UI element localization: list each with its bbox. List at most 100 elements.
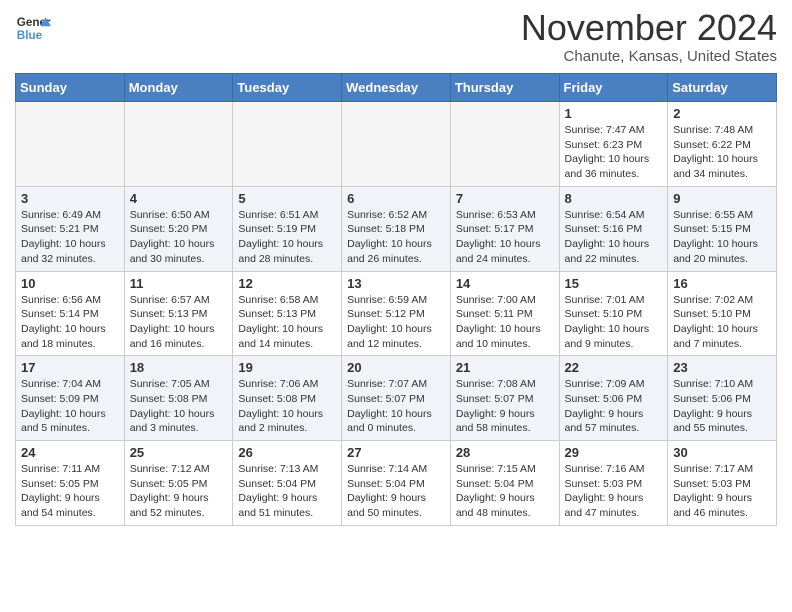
title-block: November 2024 Chanute, Kansas, United St… xyxy=(521,10,777,65)
day-info: Sunrise: 7:47 AMSunset: 6:23 PMDaylight:… xyxy=(565,123,663,182)
day-number: 12 xyxy=(238,276,336,291)
table-row: 12 Sunrise: 6:58 AMSunset: 5:13 PMDayligh… xyxy=(233,271,342,356)
table-row: 27Sunrise: 7:14 AMSunset: 5:04 PMDayligh… xyxy=(342,441,451,526)
header: General Blue November 2024 Chanute, Kans… xyxy=(15,10,777,65)
day-number: 5 xyxy=(238,191,336,206)
table-row: 28 Sunrise: 7:15 AMSunset: 5:04 PMDayligh… xyxy=(450,441,559,526)
month-title: November 2024 xyxy=(521,10,777,46)
day-number: 7 xyxy=(456,191,554,206)
table-row: 18 Sunrise: 7:05 AMSunset: 5:08 PMDayligh… xyxy=(124,356,233,441)
day-info: Sunrise: 7:00 AMSunset: 5:11 PMDaylight:… xyxy=(456,293,554,352)
table-row xyxy=(450,102,559,187)
day-number: 14 xyxy=(456,276,554,291)
day-info: Sunrise: 7:10 AMSunset: 5:06 PMDaylight:… xyxy=(673,377,771,436)
day-number: 16 xyxy=(673,276,771,291)
day-number: 23 xyxy=(673,360,771,375)
day-info: Sunrise: 6:50 AMSunset: 5:20 PMDaylight:… xyxy=(130,208,228,267)
day-number: 6 xyxy=(347,191,445,206)
day-info: Sunrise: 6:59 AMSunset: 5:12 PMDaylight:… xyxy=(347,293,445,352)
day-info: Sunrise: 7:08 AMSunset: 5:07 PMDaylight:… xyxy=(456,377,554,436)
day-info: Sunrise: 7:02 AMSunset: 5:10 PMDaylight:… xyxy=(673,293,771,352)
day-info: Sunrise: 7:07 AMSunset: 5:07 PMDaylight:… xyxy=(347,377,445,436)
day-info: Sunrise: 6:57 AMSunset: 5:13 PMDaylight:… xyxy=(130,293,228,352)
table-row xyxy=(233,102,342,187)
day-number: 3 xyxy=(21,191,119,206)
table-row: 5 Sunrise: 6:51 AMSunset: 5:19 PMDaylight… xyxy=(233,186,342,271)
table-row: 15Sunrise: 7:01 AMSunset: 5:10 PMDayligh… xyxy=(559,271,668,356)
day-info: Sunrise: 7:14 AMSunset: 5:04 PMDaylight:… xyxy=(347,462,445,521)
table-row: 14 Sunrise: 7:00 AMSunset: 5:11 PMDayligh… xyxy=(450,271,559,356)
day-info: Sunrise: 7:15 AMSunset: 5:04 PMDaylight:… xyxy=(456,462,554,521)
table-row: 11 Sunrise: 6:57 AMSunset: 5:13 PMDayligh… xyxy=(124,271,233,356)
day-number: 20 xyxy=(347,360,445,375)
day-number: 11 xyxy=(130,276,228,291)
day-number: 30 xyxy=(673,445,771,460)
day-info: Sunrise: 7:05 AMSunset: 5:08 PMDaylight:… xyxy=(130,377,228,436)
day-info: Sunrise: 7:09 AMSunset: 5:06 PMDaylight:… xyxy=(565,377,663,436)
svg-text:Blue: Blue xyxy=(17,29,43,42)
day-number: 15 xyxy=(565,276,663,291)
day-info: Sunrise: 7:17 AMSunset: 5:03 PMDaylight:… xyxy=(673,462,771,521)
day-info: Sunrise: 6:51 AMSunset: 5:19 PMDaylight:… xyxy=(238,208,336,267)
day-number: 1 xyxy=(565,106,663,121)
day-info: Sunrise: 6:53 AMSunset: 5:17 PMDaylight:… xyxy=(456,208,554,267)
day-number: 21 xyxy=(456,360,554,375)
day-info: Sunrise: 7:12 AMSunset: 5:05 PMDaylight:… xyxy=(130,462,228,521)
col-sunday: Sunday xyxy=(16,74,125,102)
day-info: Sunrise: 7:16 AMSunset: 5:03 PMDaylight:… xyxy=(565,462,663,521)
logo: General Blue xyxy=(15,10,51,46)
day-info: Sunrise: 6:58 AMSunset: 5:13 PMDaylight:… xyxy=(238,293,336,352)
col-thursday: Thursday xyxy=(450,74,559,102)
table-row: 26 Sunrise: 7:13 AMSunset: 5:04 PMDayligh… xyxy=(233,441,342,526)
day-info: Sunrise: 6:49 AMSunset: 5:21 PMDaylight:… xyxy=(21,208,119,267)
table-row: 1 Sunrise: 7:47 AMSunset: 6:23 PMDaylight… xyxy=(559,102,668,187)
day-number: 18 xyxy=(130,360,228,375)
col-friday: Friday xyxy=(559,74,668,102)
page: General Blue November 2024 Chanute, Kans… xyxy=(0,0,792,541)
table-row: 29Sunrise: 7:16 AMSunset: 5:03 PMDayligh… xyxy=(559,441,668,526)
table-row: 13 Sunrise: 6:59 AMSunset: 5:12 PMDayligh… xyxy=(342,271,451,356)
table-row: 3 Sunrise: 6:49 AMSunset: 5:21 PMDaylight… xyxy=(16,186,125,271)
col-saturday: Saturday xyxy=(668,74,777,102)
col-wednesday: Wednesday xyxy=(342,74,451,102)
table-row: 6 Sunrise: 6:52 AMSunset: 5:18 PMDaylight… xyxy=(342,186,451,271)
calendar-header-row: Sunday Monday Tuesday Wednesday Thursday… xyxy=(16,74,777,102)
table-row: 25 Sunrise: 7:12 AMSunset: 5:05 PMDayligh… xyxy=(124,441,233,526)
table-row xyxy=(342,102,451,187)
table-row: 20 Sunrise: 7:07 AMSunset: 5:07 PMDayligh… xyxy=(342,356,451,441)
day-info: Sunrise: 6:52 AMSunset: 5:18 PMDaylight:… xyxy=(347,208,445,267)
table-row: 19 Sunrise: 7:06 AMSunset: 5:08 PMDayligh… xyxy=(233,356,342,441)
table-row: 7 Sunrise: 6:53 AMSunset: 5:17 PMDaylight… xyxy=(450,186,559,271)
day-number: 28 xyxy=(456,445,554,460)
day-number: 17 xyxy=(21,360,119,375)
day-info: Sunrise: 7:06 AMSunset: 5:08 PMDaylight:… xyxy=(238,377,336,436)
table-row: 24 Sunrise: 7:11 AMSunset: 5:05 PMDayligh… xyxy=(16,441,125,526)
location-title: Chanute, Kansas, United States xyxy=(521,48,777,65)
day-number: 13 xyxy=(347,276,445,291)
col-monday: Monday xyxy=(124,74,233,102)
day-number: 19 xyxy=(238,360,336,375)
table-row: 10 Sunrise: 6:56 AMSunset: 5:14 PMDayligh… xyxy=(16,271,125,356)
day-info: Sunrise: 7:11 AMSunset: 5:05 PMDaylight:… xyxy=(21,462,119,521)
table-row: 30 Sunrise: 7:17 AMSunset: 5:03 PMDayligh… xyxy=(668,441,777,526)
day-info: Sunrise: 6:54 AMSunset: 5:16 PMDaylight:… xyxy=(565,208,663,267)
day-info: Sunrise: 6:55 AMSunset: 5:15 PMDaylight:… xyxy=(673,208,771,267)
calendar: Sunday Monday Tuesday Wednesday Thursday… xyxy=(15,73,777,526)
table-row: 8 Sunrise: 6:54 AMSunset: 5:16 PMDaylight… xyxy=(559,186,668,271)
table-row xyxy=(124,102,233,187)
day-number: 25 xyxy=(130,445,228,460)
table-row: 21 Sunrise: 7:08 AMSunset: 5:07 PMDayligh… xyxy=(450,356,559,441)
table-row xyxy=(16,102,125,187)
day-info: Sunrise: 7:13 AMSunset: 5:04 PMDaylight:… xyxy=(238,462,336,521)
table-row: 23 Sunrise: 7:10 AMSunset: 5:06 PMDayligh… xyxy=(668,356,777,441)
day-number: 10 xyxy=(21,276,119,291)
day-info: Sunrise: 7:48 AMSunset: 6:22 PMDaylight:… xyxy=(673,123,771,182)
day-info: Sunrise: 6:56 AMSunset: 5:14 PMDaylight:… xyxy=(21,293,119,352)
table-row: 16 Sunrise: 7:02 AMSunset: 5:10 PMDayligh… xyxy=(668,271,777,356)
day-number: 24 xyxy=(21,445,119,460)
day-number: 8 xyxy=(565,191,663,206)
day-number: 26 xyxy=(238,445,336,460)
col-tuesday: Tuesday xyxy=(233,74,342,102)
logo-icon: General Blue xyxy=(15,10,51,46)
day-info: Sunrise: 7:04 AMSunset: 5:09 PMDaylight:… xyxy=(21,377,119,436)
